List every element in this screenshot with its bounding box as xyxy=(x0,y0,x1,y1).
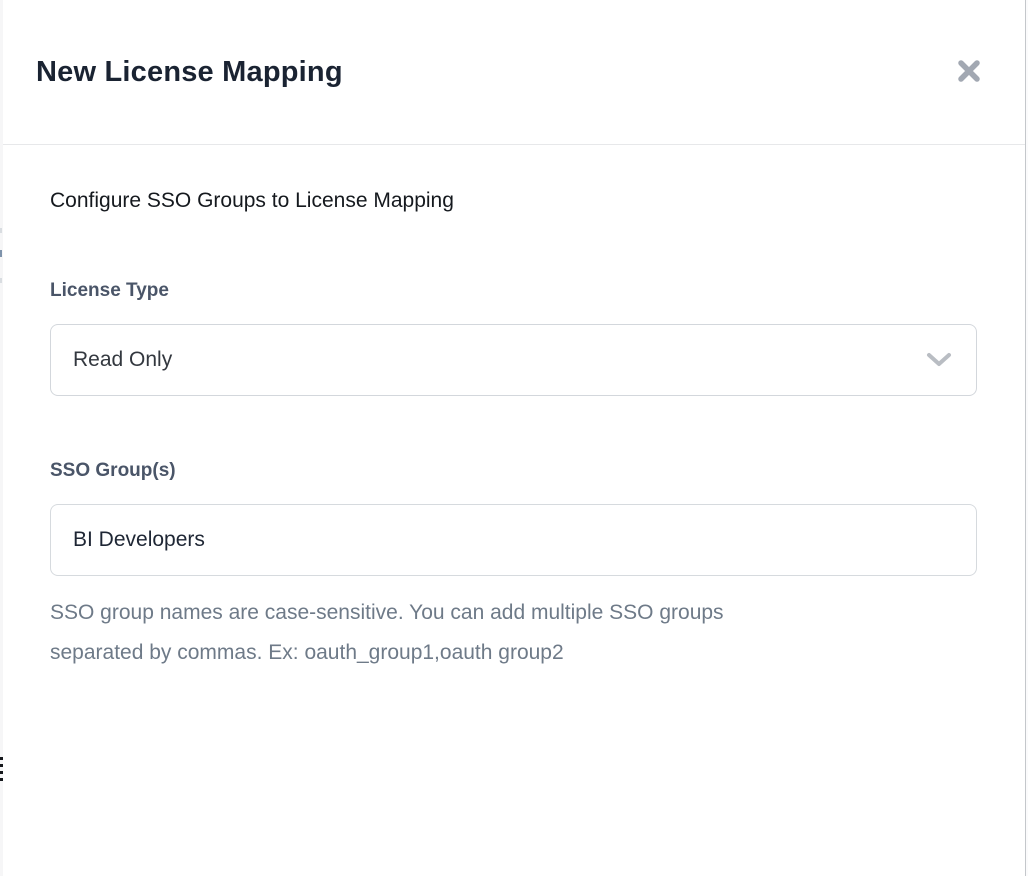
underlying-content-fragment xyxy=(0,250,2,257)
close-button[interactable] xyxy=(953,55,985,87)
new-license-mapping-modal: New License Mapping Configure SSO Groups… xyxy=(3,0,1025,876)
sso-groups-label: SSO Group(s) xyxy=(50,460,977,482)
sso-groups-help: SSO group names are case-sensitive. You … xyxy=(50,593,930,673)
chevron-down-icon xyxy=(926,352,952,368)
list-icon-fragment xyxy=(0,757,3,785)
license-type-select[interactable]: Read Only xyxy=(50,324,977,396)
sso-groups-help-line2: separated by commas. Ex: oauth_group1,oa… xyxy=(50,633,930,673)
modal-subtitle: Configure SSO Groups to License Mapping xyxy=(50,187,977,214)
sso-groups-input[interactable] xyxy=(50,504,977,576)
modal-body: Configure SSO Groups to License Mapping … xyxy=(3,187,1025,673)
screen: New License Mapping Configure SSO Groups… xyxy=(0,0,1028,876)
license-type-selected-value: Read Only xyxy=(73,348,926,372)
close-icon xyxy=(954,56,984,86)
modal-header: New License Mapping xyxy=(3,0,1025,145)
license-type-label: License Type xyxy=(50,280,977,302)
modal-title: New License Mapping xyxy=(36,56,343,89)
underlying-content-fragment xyxy=(0,228,2,233)
sso-groups-help-line1: SSO group names are case-sensitive. You … xyxy=(50,593,930,633)
underlying-content-fragment xyxy=(0,278,2,283)
underlying-page-left-edge xyxy=(0,0,3,876)
